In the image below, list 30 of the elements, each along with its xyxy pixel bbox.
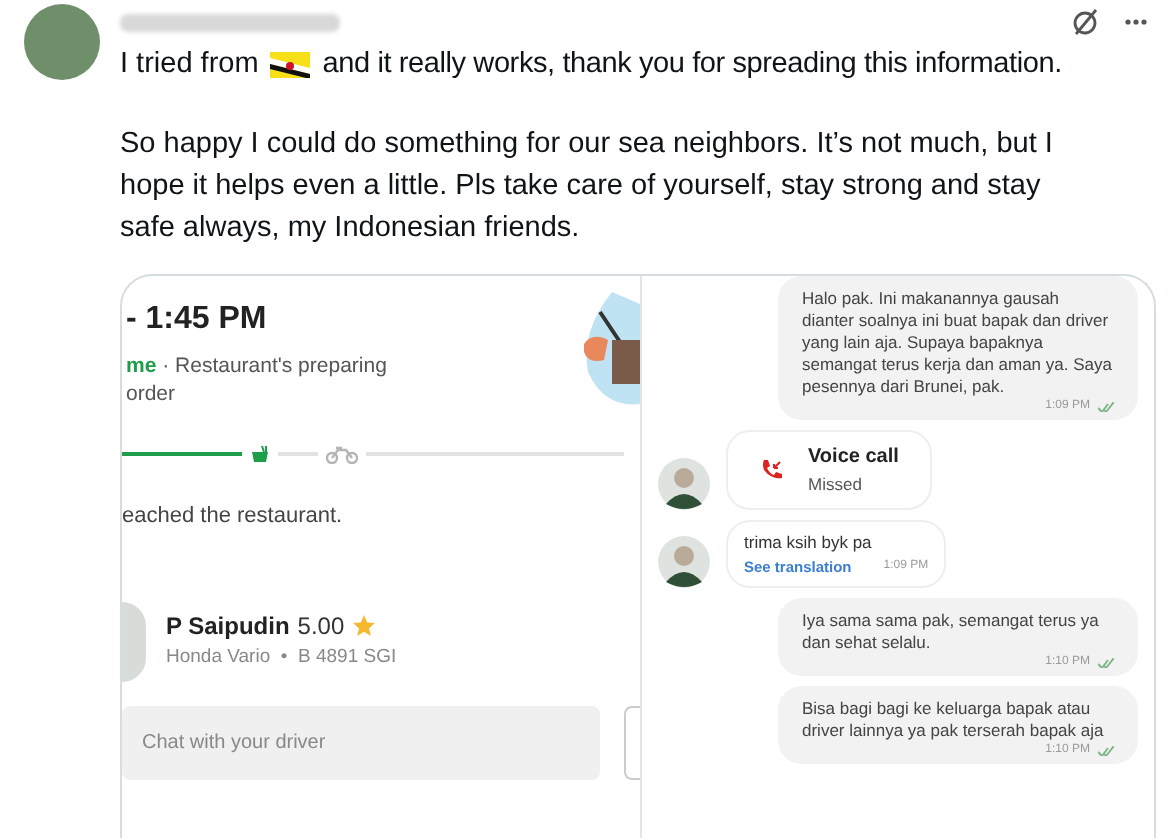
slashed-circle-icon[interactable]: [1072, 8, 1100, 36]
message-text: Halo pak. Ini makanannya gausah dianter soalnya ini buat bapak dan driver yang lain aja. Supaya bapaknya semangat terus kerja dan aman ya. Saya pesennya dari Brunei, pak.: [802, 288, 1114, 398]
check-icon: [1098, 402, 1114, 412]
driver-avatar-icon: [658, 457, 710, 510]
message-text: trima ksih byk pa: [744, 529, 874, 555]
avatar[interactable]: [24, 4, 100, 80]
status-message: eached the restaurant.: [122, 502, 345, 532]
vehicle-info: Honda Vario • B 4891 SGI: [166, 644, 397, 673]
check-icon: [1098, 657, 1114, 668]
food-illustration-drawing: [580, 292, 640, 408]
flag-icon: [270, 51, 311, 77]
tweet-paragraph: So happy I could do something for our sea neighbors. It’s not much, but I hope it helps even a little. Pls take care of yourself, stay strong and stay safe always, my Indonesian friends.: [120, 126, 1055, 248]
message-text: Bisa bagi bagi ke keluarga bapak atau driver lainnya ya pak terserah bapak aja: [802, 697, 1106, 742]
status-text: · Restaurant's preparing: [160, 354, 387, 378]
call-status: Missed: [808, 472, 864, 498]
driver-name: P Saipudin: [166, 610, 290, 645]
message-text: Iya sama sama pak, semangat terus ya dan sehat selalu.: [802, 609, 1101, 654]
status-text: order: [126, 380, 178, 408]
tweet-text: I tried from: [120, 46, 259, 84]
call-title: Voice call: [808, 444, 899, 472]
more-options-icon[interactable]: [1124, 18, 1148, 26]
star-icon: [352, 614, 377, 639]
check-icon: [1098, 745, 1114, 756]
status-highlight: me: [126, 354, 157, 378]
missed-call-icon: [760, 457, 784, 482]
arrival-time: - 1:45 PM: [126, 300, 269, 340]
driver-rating: 5.00: [297, 610, 345, 645]
chat-input-field[interactable]: Chat with your driver: [122, 705, 601, 779]
driver-avatar-icon: [658, 535, 710, 588]
tweet-text: and it really works, thank you for spreading this information.: [322, 46, 1062, 84]
